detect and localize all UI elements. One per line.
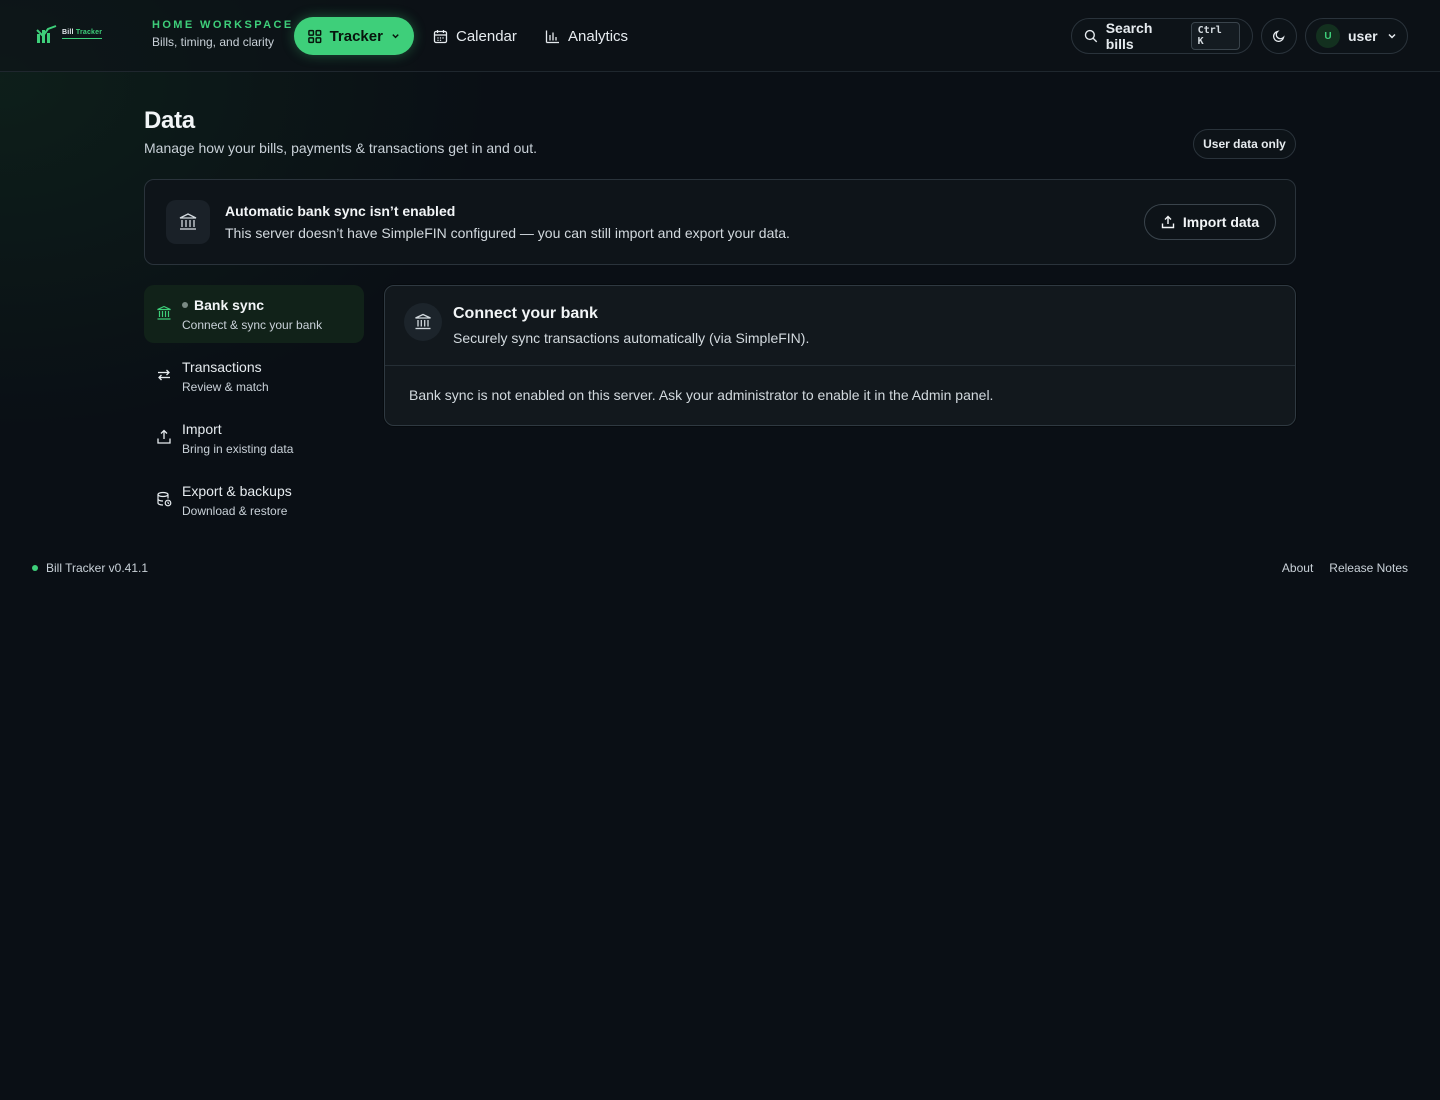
app-logo[interactable]: Bill Tracker bbox=[36, 24, 103, 44]
sidebar-item-label: Import bbox=[182, 421, 222, 437]
card-title: Connect your bank bbox=[453, 305, 598, 322]
bank-sync-alert: Automatic bank sync isn’t enabled This s… bbox=[144, 179, 1296, 265]
upload-icon bbox=[1161, 215, 1175, 229]
import-data-button[interactable]: Import data bbox=[1144, 204, 1276, 240]
nav-tracker-label: Tracker bbox=[329, 27, 383, 45]
database-export-icon bbox=[157, 491, 172, 507]
page-title: Data bbox=[144, 107, 195, 134]
user-name: user bbox=[1348, 28, 1378, 44]
sidebar-item-sub: Download & restore bbox=[182, 504, 288, 518]
sidebar-item-label: Transactions bbox=[182, 359, 262, 375]
sidebar-item-sub: Bring in existing data bbox=[182, 442, 294, 456]
bank-icon bbox=[157, 305, 171, 320]
grid-icon bbox=[308, 29, 322, 43]
sidebar-item-sub: Review & match bbox=[182, 380, 269, 394]
upload-icon bbox=[157, 429, 171, 444]
theme-toggle-button[interactable] bbox=[1261, 18, 1297, 54]
sidebar-item-bank-sync[interactable]: Bank sync Connect & sync your bank bbox=[144, 285, 364, 343]
bar-chart-logo-icon bbox=[36, 25, 57, 43]
active-dot bbox=[182, 302, 188, 308]
status-dot bbox=[32, 565, 38, 571]
import-data-label: Import data bbox=[1182, 214, 1260, 230]
search-label: Search bills bbox=[1105, 20, 1153, 52]
nav-analytics-label: Analytics bbox=[568, 27, 629, 45]
alert-text: This server doesn’t have SimpleFIN confi… bbox=[225, 225, 790, 241]
sidebar-item-export-backups[interactable]: Export & backups Download & restore bbox=[144, 471, 364, 529]
version-text: Bill Tracker v0.41.1 bbox=[46, 561, 149, 575]
avatar: U bbox=[1316, 24, 1340, 48]
nav-analytics-link[interactable]: Analytics bbox=[545, 17, 628, 55]
swap-arrows-icon bbox=[158, 369, 170, 381]
connect-bank-card: Connect your bank Securely sync transact… bbox=[384, 285, 1296, 426]
workspace-eyebrow: HOME WORKSPACE bbox=[152, 19, 294, 31]
sidebar-item-label: Export & backups bbox=[182, 483, 292, 499]
workspace-subtitle: Bills, timing, and clarity bbox=[152, 35, 275, 49]
footer-link-about[interactable]: About bbox=[1282, 561, 1313, 575]
footer-links: About Release Notes bbox=[1282, 561, 1408, 575]
nav-calendar-link[interactable]: Calendar bbox=[433, 17, 517, 55]
user-menu-button[interactable]: U user bbox=[1305, 18, 1408, 54]
bank-icon bbox=[404, 303, 442, 341]
sidebar-item-sub: Connect & sync your bank bbox=[182, 318, 323, 332]
calendar-icon bbox=[433, 29, 448, 43]
moon-icon bbox=[1272, 30, 1285, 43]
footer-link-release-notes[interactable]: Release Notes bbox=[1329, 561, 1408, 575]
sidebar-item-transactions[interactable]: Transactions Review & match bbox=[144, 347, 364, 405]
workspace-info: HOME WORKSPACE Bills, timing, and clarit… bbox=[152, 19, 294, 49]
sidebar-item-label: Bank sync bbox=[182, 297, 264, 313]
logo-text: Bill Tracker bbox=[62, 29, 103, 39]
sidebar-item-import[interactable]: Import Bring in existing data bbox=[144, 409, 364, 467]
alert-title: Automatic bank sync isn’t enabled bbox=[225, 203, 456, 219]
chevron-down-icon bbox=[392, 34, 399, 39]
page-subtitle: Manage how your bills, payments & transa… bbox=[144, 140, 537, 156]
search-icon bbox=[1084, 29, 1098, 43]
top-header: Bill Tracker HOME WORKSPACE Bills, timin… bbox=[0, 0, 1440, 72]
card-divider bbox=[385, 365, 1295, 366]
card-body-text: Bank sync is not enabled on this server.… bbox=[409, 387, 994, 403]
search-button[interactable]: Search bills Ctrl K bbox=[1071, 18, 1253, 54]
chevron-down-icon bbox=[1388, 33, 1396, 39]
bar-chart-icon bbox=[545, 30, 559, 43]
bank-icon bbox=[166, 200, 210, 244]
search-shortcut: Ctrl K bbox=[1190, 22, 1240, 50]
scope-badge[interactable]: User data only bbox=[1193, 129, 1296, 159]
card-subtitle: Securely sync transactions automatically… bbox=[453, 330, 810, 346]
nav-tracker-button[interactable]: Tracker bbox=[294, 17, 414, 55]
nav-calendar-label: Calendar bbox=[456, 27, 517, 45]
footer-version: Bill Tracker v0.41.1 bbox=[32, 561, 148, 575]
